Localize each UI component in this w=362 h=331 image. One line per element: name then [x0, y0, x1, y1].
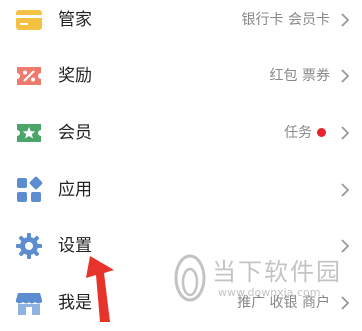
watermark: 当下软件园 www.downxia.com	[168, 250, 358, 312]
member-ticket-icon	[17, 124, 41, 142]
coupon-icon	[17, 67, 41, 85]
chevron-right-icon	[341, 13, 350, 27]
menu-item-label: 奖励	[58, 66, 92, 86]
storefront-icon	[16, 293, 42, 315]
chevron-right-icon	[341, 183, 350, 197]
watermark-url: www.downxia.com	[218, 286, 321, 299]
menu-item-butler[interactable]: 管家 银行卡 会员卡	[0, 0, 362, 48]
watermark-title: 当下软件园	[212, 258, 342, 286]
menu-item-membership[interactable]: 会员 任务	[0, 105, 362, 161]
gear-icon	[16, 233, 42, 259]
apps-grid-icon	[17, 176, 43, 202]
menu-item-detail: 任务	[284, 125, 312, 141]
notification-dot	[317, 128, 326, 137]
chevron-right-icon	[341, 126, 350, 140]
card-icon	[16, 10, 42, 30]
menu-item-rewards[interactable]: 奖励 红包 票券	[0, 48, 362, 104]
menu-item-label: 应用	[58, 180, 92, 200]
chevron-right-icon	[341, 69, 350, 83]
menu-item-label: 管家	[58, 10, 92, 30]
annotation-arrow-icon	[86, 256, 114, 322]
menu-item-label: 会员	[58, 123, 92, 143]
menu-item-detail: 银行卡 会员卡	[241, 12, 330, 28]
menu-item-detail: 红包 票券	[269, 68, 330, 84]
watermark-logo-icon	[174, 254, 206, 302]
menu-item-apps[interactable]: 应用	[0, 162, 362, 218]
